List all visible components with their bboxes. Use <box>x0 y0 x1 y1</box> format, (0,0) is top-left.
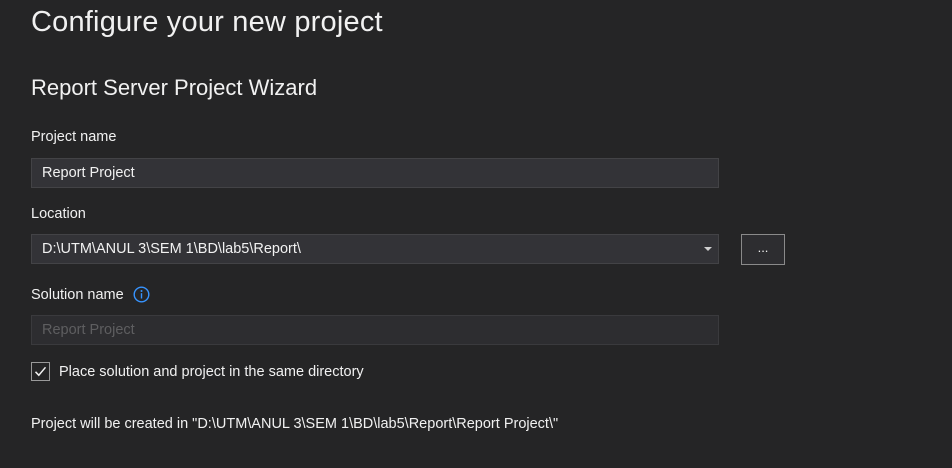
location-combobox[interactable]: D:\UTM\ANUL 3\SEM 1\BD\lab5\Report\ <box>31 234 719 264</box>
same-directory-checkbox[interactable] <box>31 362 50 381</box>
solution-name-placeholder: Report Project <box>42 322 135 338</box>
location-value: D:\UTM\ANUL 3\SEM 1\BD\lab5\Report\ <box>42 241 301 257</box>
same-directory-label[interactable]: Place solution and project in the same d… <box>59 362 364 382</box>
project-location-note: Project will be created in "D:\UTM\ANUL … <box>31 416 559 432</box>
solution-name-label: Solution name <box>31 287 124 303</box>
project-name-value: Report Project <box>42 165 135 181</box>
project-name-input[interactable]: Report Project <box>31 158 719 188</box>
configure-project-page: Configure your new project Report Server… <box>0 0 952 468</box>
solution-name-input: Report Project <box>31 315 719 345</box>
info-icon[interactable] <box>133 286 150 303</box>
chevron-down-icon[interactable] <box>704 247 712 251</box>
checkmark-icon <box>34 366 47 377</box>
page-title: Configure your new project <box>31 6 383 38</box>
browse-button[interactable]: ... <box>741 234 785 265</box>
wizard-subtitle: Report Server Project Wizard <box>31 75 318 100</box>
project-name-label: Project name <box>31 129 117 145</box>
location-label: Location <box>31 206 86 222</box>
